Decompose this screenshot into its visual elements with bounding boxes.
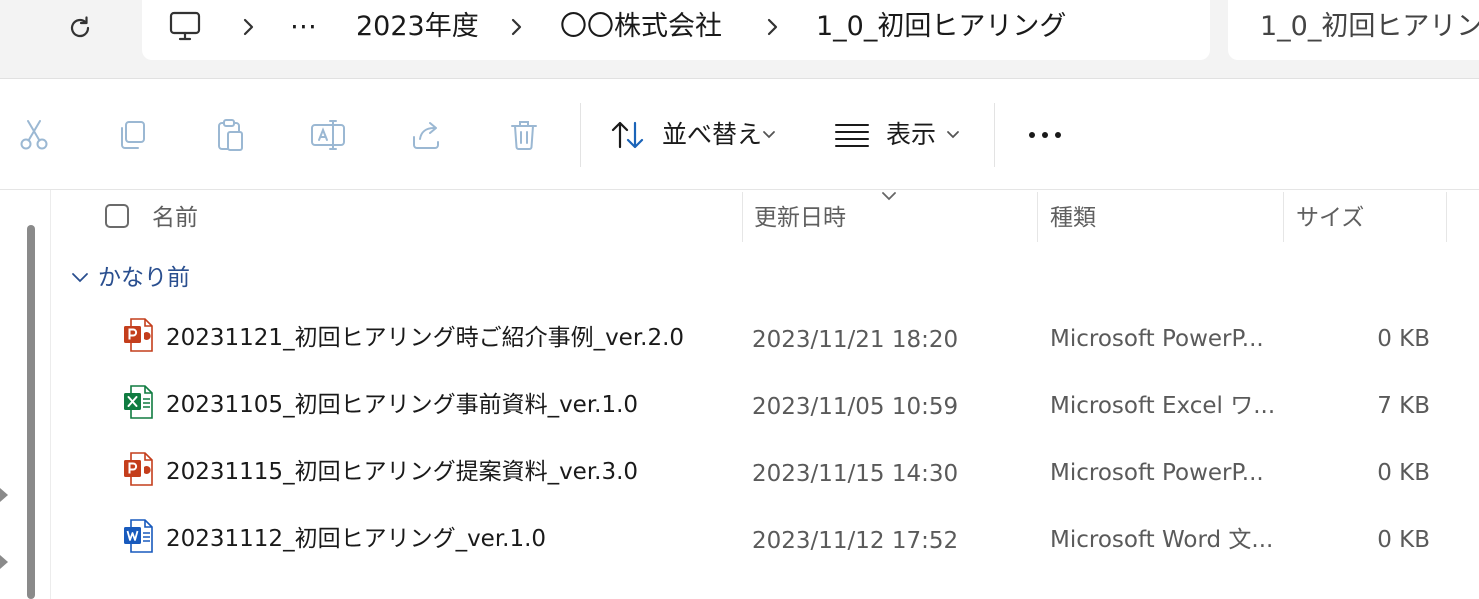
breadcrumb-item-current-folder[interactable]: 1_0_初回ヒアリング	[816, 9, 1066, 45]
excel-file-icon	[124, 385, 153, 419]
file-size: 0 KB	[1377, 460, 1430, 486]
share-icon	[413, 122, 439, 149]
file-name[interactable]: 20231121_初回ヒアリング時ご紹介事例_ver.2.0	[166, 320, 684, 356]
share-button[interactable]	[404, 113, 448, 157]
file-type: Microsoft Word 文...	[1050, 527, 1274, 553]
paste-button[interactable]	[208, 113, 252, 157]
file-type: Microsoft PowerP...	[1050, 460, 1264, 486]
file-modified-date: 2023/11/21 18:20	[752, 327, 959, 353]
word-file-icon	[124, 519, 153, 553]
command-bar: 並べ替え 表示	[0, 79, 1479, 190]
breadcrumb-overflow-button[interactable]: ⋯	[290, 9, 317, 45]
file-row[interactable]: 20231112_初回ヒアリング_ver.1.0 2023/11/12 17:5…	[60, 509, 1479, 569]
column-header-name[interactable]: 名前	[152, 198, 198, 238]
navigation-pane-scrollbar[interactable]	[27, 225, 35, 599]
navigation-pane	[0, 190, 51, 599]
sort-arrows-icon	[611, 121, 644, 149]
chevron-right-icon	[243, 18, 254, 36]
rename-button[interactable]	[306, 113, 350, 157]
sort-descending-icon	[882, 192, 896, 201]
file-type: Microsoft PowerP...	[1050, 326, 1264, 352]
select-all-checkbox[interactable]	[105, 204, 129, 228]
view-list-icon	[835, 124, 869, 147]
chevron-right-icon	[511, 18, 522, 36]
scissors-icon	[20, 120, 48, 150]
expand-arrow-icon[interactable]	[0, 555, 10, 569]
expand-arrow-icon[interactable]	[0, 488, 10, 502]
file-row[interactable]: 20231115_初回ヒアリング提案資料_ver.3.0 2023/11/15 …	[60, 442, 1479, 502]
copy-button[interactable]	[110, 113, 154, 157]
file-row[interactable]: 20231121_初回ヒアリング時ご紹介事例_ver.2.0 2023/11/2…	[60, 308, 1479, 368]
column-header-modified[interactable]: 更新日時	[754, 198, 846, 238]
file-size: 0 KB	[1377, 527, 1430, 553]
search-input[interactable]: 1_0_初回ヒアリングの	[1260, 9, 1479, 45]
file-name[interactable]: 20231115_初回ヒアリング提案資料_ver.3.0	[166, 454, 638, 490]
copy-icon	[121, 121, 145, 149]
chevron-down-icon	[763, 131, 775, 139]
powerpoint-file-icon	[124, 318, 153, 352]
group-collapse-chevron-icon[interactable]	[70, 270, 90, 286]
file-size: 0 KB	[1377, 326, 1430, 352]
search-box[interactable]: 1_0_初回ヒアリングの	[1228, 0, 1479, 60]
sort-label: 並べ替え	[662, 120, 763, 149]
file-modified-date: 2023/11/15 14:30	[752, 461, 959, 487]
column-header-size[interactable]: サイズ	[1296, 198, 1364, 238]
chevron-right-icon	[767, 18, 778, 36]
file-name[interactable]: 20231112_初回ヒアリング_ver.1.0	[166, 521, 546, 557]
breadcrumb-item-fiscal-year[interactable]: 2023年度	[356, 9, 479, 45]
refresh-icon	[70, 16, 90, 38]
file-type: Microsoft Excel ワ...	[1050, 393, 1276, 419]
toolbar-separator	[994, 103, 995, 167]
refresh-button[interactable]	[56, 8, 104, 48]
column-divider[interactable]	[1446, 192, 1447, 242]
breadcrumb-item-company[interactable]: 〇〇株式会社	[560, 9, 722, 45]
chevron-down-icon	[947, 131, 959, 139]
file-modified-date: 2023/11/12 17:52	[752, 528, 959, 554]
delete-button[interactable]	[502, 113, 546, 157]
more-horizontal-icon	[1029, 132, 1061, 138]
sort-button[interactable]: 並べ替え	[600, 109, 800, 161]
view-button[interactable]: 表示	[826, 109, 976, 161]
address-box[interactable]: ⋯ 2023年度 〇〇株式会社 1_0_初回ヒアリング	[142, 0, 1210, 60]
column-divider[interactable]	[1037, 192, 1038, 242]
group-header-label[interactable]: かなり前	[98, 260, 190, 296]
more-options-button[interactable]	[1016, 113, 1076, 157]
toolbar-separator	[580, 103, 581, 167]
view-label: 表示	[886, 120, 937, 149]
rename-icon	[311, 120, 345, 150]
this-pc-icon[interactable]	[168, 10, 202, 48]
column-divider[interactable]	[1283, 192, 1284, 242]
file-name[interactable]: 20231105_初回ヒアリング事前資料_ver.1.0	[166, 387, 638, 423]
file-size: 7 KB	[1377, 393, 1430, 419]
address-bar-area: ⋯ 2023年度 〇〇株式会社 1_0_初回ヒアリング 1_0_初回ヒアリングの	[0, 0, 1479, 79]
powerpoint-file-icon	[124, 452, 153, 486]
clipboard-icon	[218, 119, 243, 151]
cut-button[interactable]	[12, 113, 56, 157]
column-divider[interactable]	[742, 192, 743, 242]
file-modified-date: 2023/11/05 10:59	[752, 394, 959, 420]
column-header-type[interactable]: 種類	[1050, 198, 1096, 238]
file-row[interactable]: 20231105_初回ヒアリング事前資料_ver.1.0 2023/11/05 …	[60, 375, 1479, 435]
trash-icon	[511, 121, 537, 150]
